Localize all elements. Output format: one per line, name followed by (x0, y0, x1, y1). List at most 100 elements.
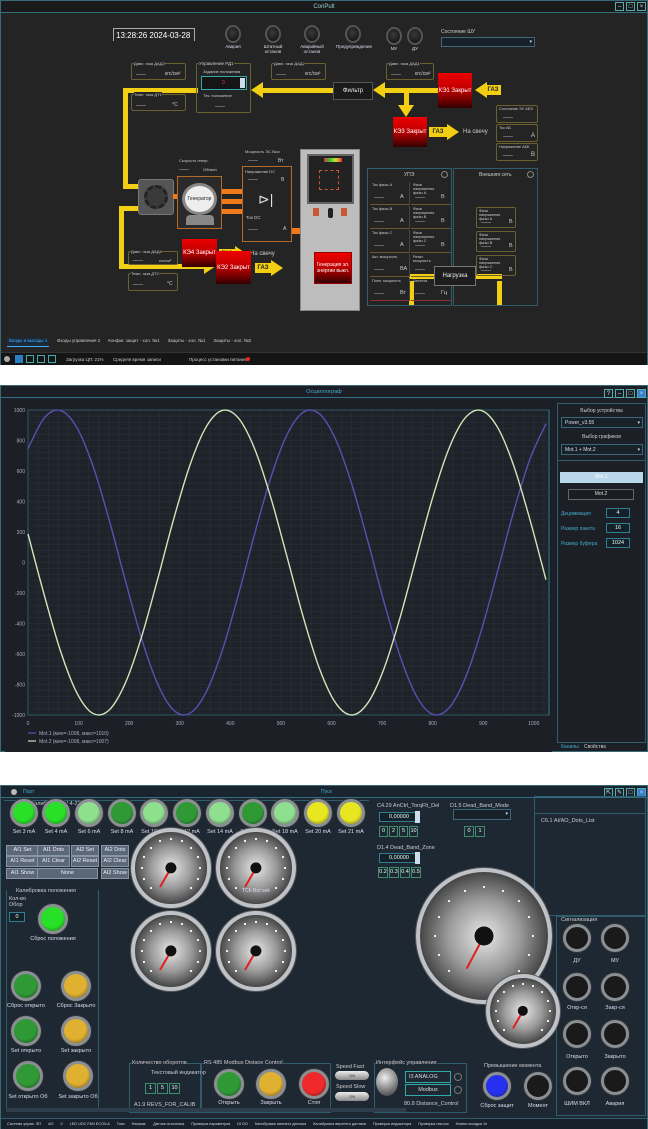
status-tab[interactable]: Новая посадка 1е (456, 1119, 488, 1129)
ai-button[interactable]: AI2 Show (101, 868, 129, 879)
signal-lamp[interactable] (563, 1020, 591, 1048)
dbmode-dropdown[interactable]: ▾ (453, 809, 511, 820)
valve-ke1[interactable]: КЭ1 Закрыт (438, 73, 472, 108)
edit-icon[interactable] (26, 355, 34, 363)
status-tab[interactable]: Калибровка верхнего датчика (313, 1119, 366, 1129)
signal-lamp[interactable] (601, 973, 629, 1001)
status-tab[interactable]: Датчик источника (153, 1119, 184, 1129)
rs485-lamp[interactable] (299, 1069, 329, 1099)
speed-slow-toggle[interactable]: ON (335, 1092, 369, 1101)
speed-fast-toggle[interactable]: ON (335, 1071, 369, 1080)
ai-button[interactable]: AI1 Dots (37, 845, 70, 856)
set-current-lamp[interactable] (337, 799, 365, 827)
dbmode-button[interactable]: 1 (475, 826, 485, 837)
ai-button[interactable]: AI2 Set (71, 845, 99, 856)
oscilloscope-chart[interactable]: 0 100 200 300 400 500 600 700 800 900 1000 -1000 -80… (5, 400, 552, 752)
set-current-lamp[interactable] (173, 799, 201, 827)
state-dropdown[interactable]: ▾ (441, 37, 535, 47)
torq-preset-button[interactable]: 0 (379, 826, 388, 837)
status-tab[interactable]: LED UDC FAN ECO/LA (70, 1119, 110, 1129)
power-icon[interactable] (4, 356, 10, 362)
analog-mode-button[interactable]: I3 ANALOG (405, 1071, 451, 1083)
tab-channels[interactable]: Каналы (561, 744, 579, 750)
dbzone-button[interactable]: 0.4 (400, 867, 410, 878)
status-tab[interactable]: Напряж. (132, 1119, 147, 1129)
minimize-button[interactable]: – (615, 389, 624, 398)
ai-button[interactable]: AI1 Reset (6, 856, 39, 867)
reset-protection-lamp[interactable] (483, 1072, 511, 1100)
valve-ke2[interactable]: КЭ2 Закрыт (216, 251, 251, 284)
ai-button[interactable]: AI2 Dots (101, 845, 129, 856)
signal-lamp[interactable] (563, 1067, 591, 1095)
moment-lamp[interactable] (524, 1072, 552, 1100)
ai-button[interactable]: AI2 Reset (71, 856, 99, 867)
torq-preset-button[interactable]: 2 (389, 826, 398, 837)
horizontal-scrollbar[interactable] (6, 1108, 406, 1112)
status-tab[interactable]: DI DO (237, 1119, 248, 1129)
ai-button[interactable]: AI1 Clear (37, 856, 70, 867)
user-icon[interactable] (48, 355, 56, 363)
revs-button[interactable]: 10 (169, 1083, 180, 1094)
position-calib-lamp[interactable] (38, 904, 68, 934)
position-calib-lamp[interactable] (11, 971, 41, 1001)
spinner[interactable] (415, 811, 420, 823)
chart-icon[interactable] (37, 355, 45, 363)
revs-button[interactable]: 5 (157, 1083, 168, 1094)
tab-4[interactable]: Защиты - хол. №1 (168, 338, 206, 347)
set-current-lamp[interactable] (108, 799, 136, 827)
refresh-icon[interactable] (527, 171, 534, 178)
device-select[interactable]: Power_v3.55 ▾ (561, 417, 643, 428)
tab-properties[interactable]: Свойства (584, 744, 606, 750)
decimation-input[interactable]: 4 (606, 508, 630, 518)
position-calib-lamp[interactable] (11, 1016, 41, 1046)
torq-preset-button[interactable]: 10 (409, 826, 418, 837)
torq-preset-button[interactable]: 5 (399, 826, 408, 837)
ai-button[interactable]: AI2 Clear (101, 856, 129, 867)
set-current-lamp[interactable] (75, 799, 103, 827)
modbus-mode-button[interactable]: Modbus (405, 1084, 451, 1096)
dbzone-input[interactable]: 0,00000 (379, 853, 419, 863)
status-tab[interactable]: АО (48, 1119, 53, 1129)
close-button[interactable]: × (637, 2, 646, 11)
mode-knob[interactable] (376, 1068, 398, 1096)
maximize-button[interactable]: □ (626, 2, 635, 11)
position-calib-lamp[interactable] (61, 1016, 91, 1046)
status-tab[interactable]: Токи (117, 1119, 125, 1129)
set-current-lamp[interactable] (271, 799, 299, 827)
dbmode-button[interactable]: 0 (464, 826, 474, 837)
refresh-icon[interactable] (441, 171, 448, 178)
status-tab[interactable]: Калибровка нижнего датчика (255, 1119, 306, 1129)
minimize-button[interactable]: – (615, 2, 624, 11)
set-current-lamp[interactable] (42, 799, 70, 827)
dbzone-button[interactable]: 0.3 (389, 867, 399, 878)
valve-ke3[interactable]: КЭ3 Закрыт (393, 117, 427, 147)
signal-lamp[interactable] (601, 1020, 629, 1048)
spinner[interactable] (415, 852, 420, 864)
torq-input[interactable]: 0,00000 (379, 812, 419, 822)
set-current-lamp[interactable] (140, 799, 168, 827)
dbzone-button[interactable]: 0.5 (411, 867, 421, 878)
status-tab[interactable]: Система управ. ЭП (7, 1119, 41, 1129)
generation-button[interactable]: Генерация эл. энергии выкл. (314, 252, 352, 284)
buffer-input[interactable]: 1024 (606, 538, 630, 548)
channel-mot2-button[interactable]: Mot.2 (568, 489, 634, 500)
tab-2[interactable]: Входы управления 2 (57, 338, 100, 347)
port-menu[interactable]: Порт (23, 786, 34, 798)
count-input[interactable]: 0 (9, 912, 25, 922)
start-menu[interactable]: Пуск (321, 786, 332, 798)
set-current-lamp[interactable] (239, 799, 267, 827)
graphs-select[interactable]: Mot.1 + Mot.2 ▾ (561, 444, 643, 455)
close-button[interactable]: × (637, 389, 646, 398)
set-current-lamp[interactable] (10, 799, 38, 827)
position-calib-lamp[interactable] (63, 1061, 93, 1091)
channel-mot1-button[interactable]: Mot.1 (560, 472, 643, 483)
settings-icon[interactable] (15, 355, 23, 363)
tab-5[interactable]: Защиты - хол. №2 (213, 338, 251, 347)
valve-ke4[interactable]: КЭ4 Закрыт (182, 239, 217, 267)
status-tab[interactable]: Проверка насоса (418, 1119, 448, 1129)
help-button[interactable]: ? (604, 389, 613, 398)
rs485-lamp[interactable] (256, 1069, 286, 1099)
signal-lamp[interactable] (563, 924, 591, 952)
status-tab[interactable]: Проверка индикатора (373, 1119, 411, 1129)
position-calib-lamp[interactable] (61, 971, 91, 1001)
